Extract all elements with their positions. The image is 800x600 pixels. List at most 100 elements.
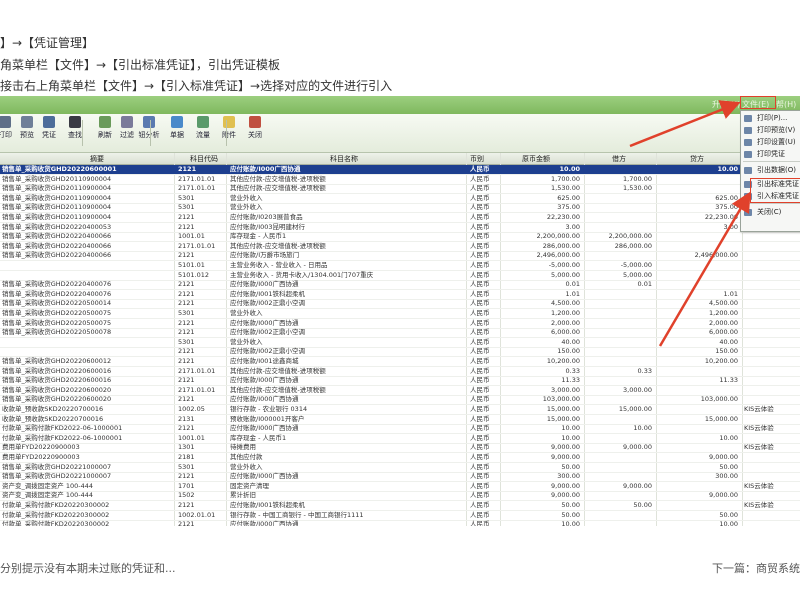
file-menu-item-0[interactable]: 打印(P)... xyxy=(741,113,800,124)
table-row[interactable]: 销售单_采购收货GHD20220500075 2121 应付账款/I000广西协通 人… xyxy=(0,319,800,329)
table-row[interactable]: 销售单_采购收货GHD20220500075 5301 营业外收入 人民币 1,200.… xyxy=(0,309,800,319)
toolbar-button-label: 附件 xyxy=(222,131,236,139)
table-row[interactable]: 销售单_采购收货GHD20220600016 2171.01.01 其他应付款-应交… xyxy=(0,367,800,377)
cell-amt: 50.00 xyxy=(561,462,580,471)
cell-amt: 9,000.00 xyxy=(551,491,580,500)
table-row[interactable]: 销售单_采购收货GHD20220600016 2121 应付账款/I000广西协通 人… xyxy=(0,376,800,387)
table-row[interactable]: 付款单_采购付款FKD20220300002 1002.01.01 银行存款 - 中… xyxy=(0,511,800,521)
col-code[interactable]: 科目代码 xyxy=(190,154,218,164)
table-row[interactable]: 5101.01 主营业务收入 - 营业收入 - 日用品 人民币 -5,000.00 -5… xyxy=(0,261,800,271)
table-row[interactable]: 费用单FYD20220900003 1301 待摊费用 人民币 9,000.00 9,00… xyxy=(0,443,800,454)
cell-debit: 50.00 xyxy=(633,501,652,509)
cell-code: 1002.01.01 xyxy=(178,510,216,519)
col-credit[interactable]: 贷方 xyxy=(690,154,704,164)
table-row[interactable]: 销售单_采购收货GHD20110900004 2121 应付账款/I0203展普食品… xyxy=(0,213,800,223)
cell-name: 库存现金 - 人民币1 xyxy=(230,232,287,241)
cell-name: 营业外收入 xyxy=(230,337,263,346)
table-row[interactable]: 销售单_采购收货GHD20110900004 5301 营业外收入 人民币 375.00… xyxy=(0,203,800,214)
table-row[interactable]: 付款单_采购付款FKD20220300002 2121 应付账款/I001铁科超柔机… xyxy=(0,501,800,511)
table-row[interactable]: 销售单_采购收货GHD20220500014 2121 应付账款/I002正鼎小空调… xyxy=(0,299,800,310)
cell-code: 2171.01.01 xyxy=(178,184,216,193)
col-debit[interactable]: 借方 xyxy=(612,154,626,164)
table-row[interactable]: 销售单_采购收货GHD20110900004 2171.01.01 其他应付款-应交… xyxy=(0,175,800,185)
cell-debit: 1,530.00 xyxy=(623,184,652,193)
cell-amt: 10,200.00 xyxy=(546,357,580,365)
col-currency[interactable]: 币别 xyxy=(470,154,484,164)
cell-code: 2121 xyxy=(178,472,195,481)
table-row[interactable]: 费用单FYD20220900003 2181 其他应付款 人民币 9,000.00 9,0… xyxy=(0,453,800,463)
cell-code: 2171.01.01 xyxy=(178,385,216,394)
menu-help[interactable]: 帮(H) xyxy=(776,99,796,110)
toolbar-button-8[interactable]: 流量 xyxy=(192,116,214,140)
cell-cur: 人民币 xyxy=(470,174,490,183)
col-name[interactable]: 科目名称 xyxy=(330,154,358,164)
cell-extra: KIS云体验 xyxy=(744,501,774,509)
toolbar-button-1[interactable]: 预览 xyxy=(16,116,38,140)
col-amount[interactable]: 原币金额 xyxy=(522,154,550,164)
table-row[interactable]: 销售单_采购收货GHD20110900004 2171.01.01 其他应付款-应交… xyxy=(0,184,800,195)
toolbar-button-9[interactable]: 附件 xyxy=(218,116,240,140)
toolbar-button-2[interactable]: 凭证 xyxy=(38,116,60,140)
cell-name: 其他应付款 xyxy=(230,453,263,461)
table-row[interactable]: 收款单_预收款SKD20220700016 2131 预收账款/I000001开客户… xyxy=(0,415,800,425)
table-row[interactable]: 付款单_采购付款FKD2022-06-1000001 1001.01 库存现金 - … xyxy=(0,434,800,444)
table-row[interactable]: 销售单_采购收货GHD20220600020 2121 应付账款/I000广西协通 人… xyxy=(0,395,800,406)
table-row[interactable]: 5101.012 主营业务收入 - 货用卡收入/1304.001门707重庆 人民币… xyxy=(0,271,800,281)
table-row[interactable]: 付款单_采购付款FKD20220300002 2121 应付账款/I000广西协通 人… xyxy=(0,520,800,526)
file-menu-item-2[interactable]: 打印设置(U) xyxy=(741,137,800,148)
toolbar-button-label: 刷新 xyxy=(98,131,112,139)
table-row[interactable]: 销售单_采购收货GHD20220400066 2121 应付账款/I万爵市场旅门 人民… xyxy=(0,251,800,262)
table-row[interactable]: 销售单_采购收货GHD20221000007 2121 应付账款/I000广西协通 人… xyxy=(0,472,800,483)
cell-summary: 收款单_预收款SKD20220700016 xyxy=(2,405,104,413)
next-article-link[interactable]: 下一篇：商贸系统 xyxy=(712,560,800,576)
table-row[interactable]: 销售单_采购收货GHD20220600020 2171.01.01 其他应付款-应交… xyxy=(0,386,800,396)
table-row[interactable]: 资产变_调拨固定资产 100-444 1502 累计折旧 人民币 9,000.00 9,0… xyxy=(0,491,800,502)
table-row[interactable]: 销售单_采购收货GHD20220400066 1001.01 库存现金 - 人民币1… xyxy=(0,232,800,243)
cell-code: 5301 xyxy=(178,309,195,317)
table-row[interactable]: 销售单_采购收货GHD20220600012 2121 应付账款/I001途鑫商城 人… xyxy=(0,357,800,367)
cell-amt: 2,000.00 xyxy=(551,318,580,327)
table-row[interactable]: 销售单_采购收货GHD20110900004 5301 营业外收入 人民币 625.00… xyxy=(0,194,800,204)
table-row[interactable]: 5301 营业外收入 人民币 40.00 40.00 xyxy=(0,338,800,348)
table-row[interactable]: 2121 应付账款/I002正鼎小空调 人民币 150.00 150.00 xyxy=(0,347,800,358)
toolbar-button-7[interactable]: 单据 xyxy=(166,116,188,140)
table-row[interactable]: 销售单_采购收货GHD20220400053 2121 应付账款/I003昆明建材行… xyxy=(0,223,800,233)
table-row[interactable]: 资产变_调拨固定资产 100-444 1701 固定资产清理 人民币 9,000.00 9… xyxy=(0,482,800,492)
table-row[interactable]: 销售单_采购收货GHD20220400076 2121 应付账款/I000广西协通 人… xyxy=(0,280,800,291)
file-menu-item-3[interactable]: 打印凭证 xyxy=(741,149,800,160)
cell-summary: 付款单_采购付款FKD20220300002 xyxy=(2,520,110,526)
print-voucher-icon xyxy=(744,151,752,158)
toolbar-button-10[interactable]: 关闭 xyxy=(244,116,266,140)
toolbar-button-6[interactable]: 钮分析 xyxy=(138,116,160,140)
table-row[interactable]: 收款单_预收款SKD20220700016 1002.05 银行存款 - 农业银行 … xyxy=(0,405,800,415)
cell-code: 2121 xyxy=(178,165,197,173)
table-row[interactable]: 销售单_采购收货GHD20220400076 2121 应付账款/I001铁科超柔机… xyxy=(0,290,800,300)
file-menu-item-4[interactable]: 引出数据(O) xyxy=(741,165,800,176)
table-row[interactable]: 销售单_采购收货GHD20220600001 2121 应付账款/I000广西协通 人… xyxy=(0,165,800,175)
cell-amt: 10.00 xyxy=(561,433,580,442)
table-row[interactable]: 销售单_采购收货GHD20220400066 2171.01.01 其他应付款-应交… xyxy=(0,242,800,252)
cell-cur: 人民币 xyxy=(470,510,490,519)
file-menu-item-7[interactable]: 关闭(C) xyxy=(741,207,800,218)
cell-debit: 5,000.00 xyxy=(623,270,652,279)
cell-code: 2121 xyxy=(178,318,195,327)
cell-amt: 50.00 xyxy=(561,510,580,519)
cell-amt: 0.01 xyxy=(565,280,580,289)
table-row[interactable]: 付款单_采购付款FKD2022-06-1000001 2121 应付账款/I000广… xyxy=(0,424,800,435)
cell-code: 5301 xyxy=(178,193,195,202)
cell-amt: 1.01 xyxy=(565,289,580,298)
toolbar-button-5[interactable]: 过滤 xyxy=(116,116,138,140)
table-row[interactable]: 销售单_采购收货GHD20221000007 5301 营业外收入 人民币 50.00 5… xyxy=(0,463,800,473)
print-icon xyxy=(0,116,11,128)
col-summary[interactable]: 摘要 xyxy=(90,154,104,164)
prev-article-link[interactable]: 分别提示没有本期未过账的凭证和... xyxy=(0,560,176,576)
table-row[interactable]: 销售单_采购收货GHD20220500078 2121 应付账款/I002正鼎小空调… xyxy=(0,328,800,339)
file-menu-item-1[interactable]: 打印预览(V) xyxy=(741,125,800,136)
toolbar-button-0[interactable]: 打印 xyxy=(0,116,16,140)
toolbar-button-4[interactable]: 刷新 xyxy=(94,116,116,140)
menu-upgrade[interactable]: 升级(U) xyxy=(712,99,740,110)
cell-code: 1001.01 xyxy=(178,232,205,241)
cell-summary: 销售单_采购收货GHD20220400066 xyxy=(2,251,112,260)
cell-cur: 人民币 xyxy=(470,165,490,173)
toolbar: 打印 预览 凭证 查找 刷新 过滤 钮分析 单据 流量 附件 关闭 xyxy=(0,114,800,153)
